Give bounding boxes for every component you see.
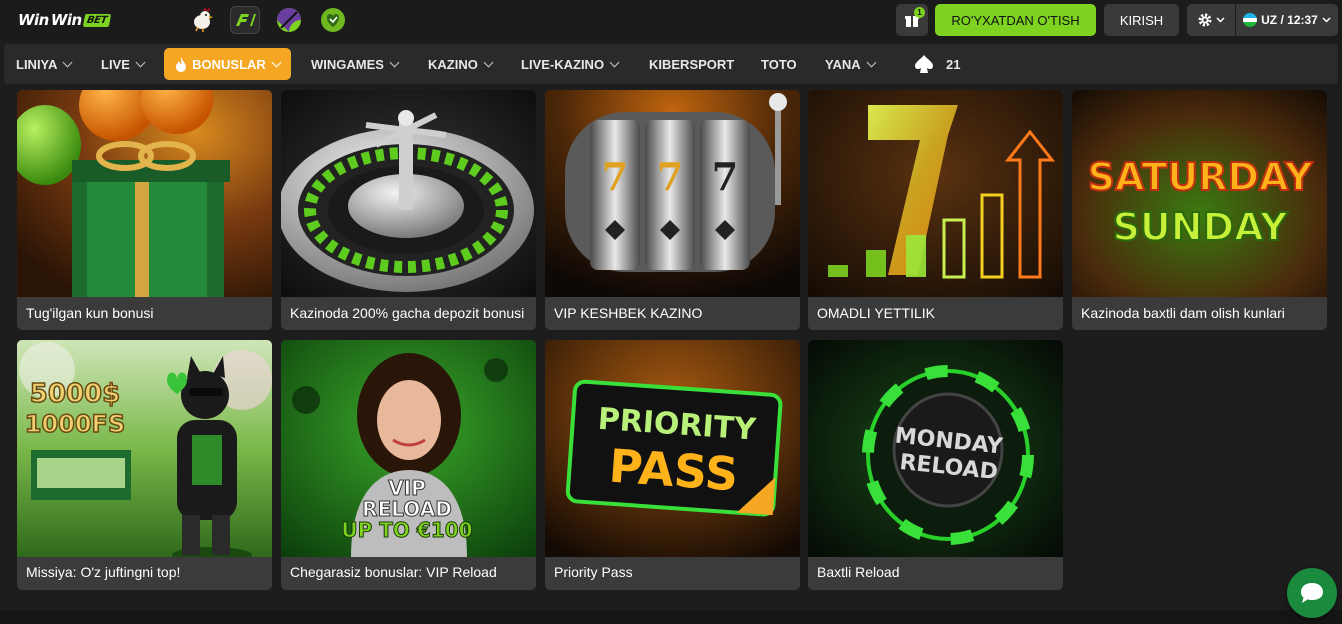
art-text-upto: UP TO €100 <box>341 518 472 542</box>
logo-word-1: Win <box>18 11 49 29</box>
chevron-down-icon <box>1322 17 1331 23</box>
top-header: Win Win BET 1 RO'YXATDAN O'TISH KIRISH U… <box>0 0 1342 40</box>
nav-item-yana[interactable]: YANA <box>825 44 877 84</box>
bonus-card-title: Priority Pass <box>554 564 633 580</box>
bonus-card[interactable]: SATURDAY SUNDAY Kazinoda baxtli dam olis… <box>1072 90 1327 330</box>
nav-label: YANA <box>825 56 861 72</box>
bonus-card-title: Baxtli Reload <box>817 564 900 580</box>
logo-word-2: Win <box>50 11 82 29</box>
nav-item-kazino[interactable]: KAZINO <box>428 44 494 84</box>
language-time-label: UZ / 12:37 <box>1261 13 1318 27</box>
bonus-card-title: Kazinoda 200% gacha depozit bonusi <box>290 305 525 321</box>
art-text-pass: PASS <box>607 439 740 502</box>
bonus-card[interactable]: 7 7 7 VIP KESHBEK KAZINO <box>545 90 800 330</box>
nav-label: TOTO <box>761 56 797 72</box>
bonus-card[interactable]: MONDAY RELOAD Baxtli Reload <box>808 340 1063 590</box>
uz-flag-icon <box>1243 13 1258 27</box>
nav-label: LIVE-KAZINO <box>521 56 605 72</box>
nav-item-toto[interactable]: TOTO <box>761 44 797 84</box>
winwin-logo[interactable]: Win Win BET <box>18 9 111 31</box>
bonus-card[interactable]: Tug'ilgan kun bonusi <box>17 90 272 330</box>
chat-bubble-icon <box>1301 583 1323 603</box>
nav-item-live-kazino[interactable]: LIVE-KAZINO <box>521 44 620 84</box>
slot-machine-icon: 7 7 7 <box>545 90 800 297</box>
weekend-icon: SATURDAY SUNDAY <box>1072 90 1327 297</box>
nav-item-wingames[interactable]: WINGAMES <box>311 44 400 84</box>
bonus-card-title: Chegarasiz bonuslar: VIP Reload <box>290 564 497 580</box>
bonus-card[interactable]: VIP RELOAD UP TO €100 Chegarasiz bonusla… <box>281 340 536 590</box>
chicken-game-icon[interactable] <box>187 6 217 34</box>
login-button[interactable]: KIRISH <box>1104 4 1179 36</box>
ticket-icon: PRIORITY PASS <box>545 340 800 557</box>
chevron-down-icon <box>135 57 146 67</box>
chevron-down-icon <box>483 57 494 67</box>
svg-text:7: 7 <box>712 154 738 199</box>
svg-text:7: 7 <box>602 154 628 199</box>
roulette-icon <box>281 90 536 297</box>
svg-text:7: 7 <box>657 154 683 199</box>
bonus-card[interactable]: Kazinoda 200% gacha depozit bonusi <box>281 90 536 330</box>
chevron-down-icon <box>1216 17 1225 23</box>
art-text-freespins: 1000FS <box>25 410 125 438</box>
art-text-amount: 5000$ <box>30 379 120 409</box>
uzbekistan-flag-icon[interactable] <box>143 9 175 31</box>
bonus-card[interactable]: 5000$ 1000FS Missiya: O'z juftingni top! <box>17 340 272 590</box>
chevron-down-icon <box>62 57 73 67</box>
art-text-saturday: SATURDAY <box>1088 155 1313 199</box>
art-text-sunday: SUNDAY <box>1113 205 1288 249</box>
page-footer-strip <box>0 610 1342 624</box>
cloud-spade-icon <box>915 55 933 73</box>
woman-icon: VIP RELOAD UP TO €100 <box>281 340 536 557</box>
language-time-button[interactable]: UZ / 12:37 <box>1236 4 1338 36</box>
lucky-seven-icon <box>808 90 1063 297</box>
register-button[interactable]: RO'YXATDAN O'TISH <box>935 4 1096 36</box>
chip-icon: MONDAY RELOAD <box>808 340 1063 557</box>
bonus-card-title: VIP KESHBEK KAZINO <box>554 305 703 321</box>
bonus-card-title: Kazinoda baxtli dam olish kunlari <box>1081 305 1285 321</box>
chevron-down-icon <box>866 57 877 67</box>
main-nav: LINIYA LIVE BONUSLAR WINGAMES KAZINO LIV… <box>4 44 1338 84</box>
nav-counter[interactable]: 21 <box>912 44 960 84</box>
bonus-card[interactable]: OMADLI YETTILIK <box>808 90 1063 330</box>
bonus-card-title: Missiya: O'z juftingni top! <box>26 564 181 580</box>
bonus-card-title: Tug'ilgan kun bonusi <box>26 305 154 321</box>
nav-label: LINIYA <box>16 56 58 72</box>
nav-item-kibersport[interactable]: KIBERSPORT <box>649 44 734 84</box>
settings-button[interactable] <box>1187 4 1235 36</box>
fire-icon <box>176 56 187 72</box>
cat-icon: 5000$ 1000FS <box>17 340 272 557</box>
f1-icon[interactable] <box>230 6 260 34</box>
chevron-down-icon <box>271 57 282 67</box>
nav-label: KIBERSPORT <box>649 56 735 72</box>
nav-counter-value: 21 <box>946 56 961 72</box>
nav-label: BONUSLAR <box>192 56 266 72</box>
chevron-down-icon <box>389 57 400 67</box>
nav-label: WINGAMES <box>311 56 384 72</box>
nav-label: LIVE <box>101 56 130 72</box>
gear-icon <box>1198 13 1212 27</box>
logo-bet-badge: BET <box>82 13 111 27</box>
heart-promo-icon[interactable] <box>318 6 348 34</box>
nav-item-live[interactable]: LIVE <box>101 44 146 84</box>
chevron-down-icon <box>609 57 620 67</box>
bonus-card-title: OMADLI YETTILIK <box>817 305 935 321</box>
nav-item-bonuslar[interactable]: BONUSLAR <box>164 48 291 80</box>
gift-icon <box>17 90 272 297</box>
sport-ball-icon[interactable] <box>274 6 304 34</box>
gift-count-badge: 1 <box>914 7 925 18</box>
gift-button[interactable]: 1 <box>896 4 928 36</box>
nav-label: KAZINO <box>428 56 478 72</box>
support-chat-button[interactable] <box>1287 568 1337 618</box>
nav-item-liniya[interactable]: LINIYA <box>16 44 73 84</box>
bonus-card[interactable]: PRIORITY PASS Priority Pass <box>545 340 800 590</box>
